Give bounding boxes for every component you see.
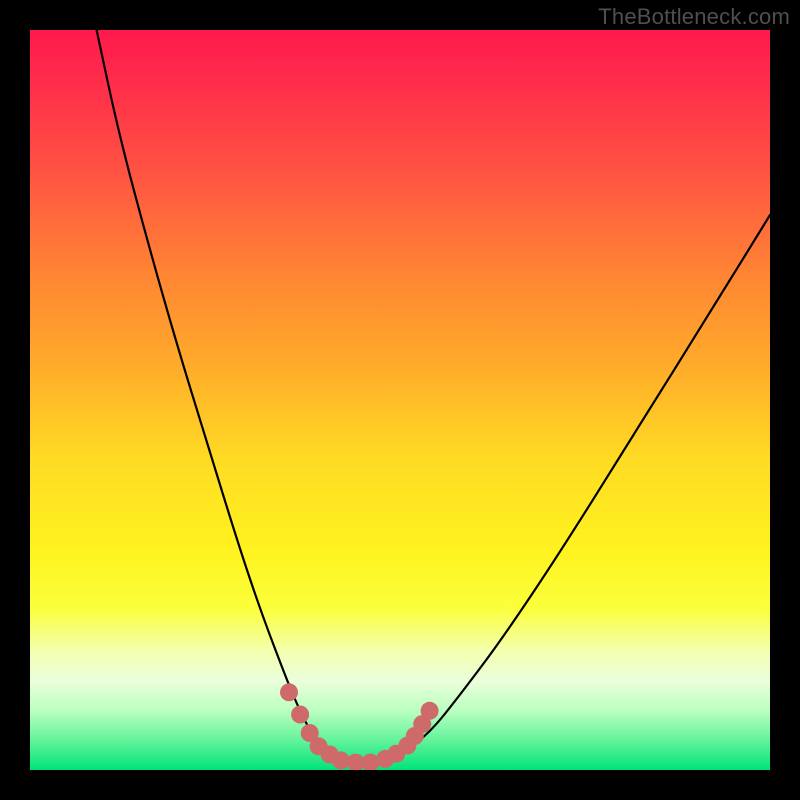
highlight-dot	[421, 702, 439, 720]
watermark-text: TheBottleneck.com	[598, 4, 790, 30]
chart-frame: TheBottleneck.com	[0, 0, 800, 800]
highlight-dot	[280, 683, 298, 701]
curve-layer	[30, 30, 770, 770]
highlight-dot	[291, 706, 309, 724]
plot-area	[30, 30, 770, 770]
highlight-dots	[280, 683, 439, 770]
bottleneck-curve	[97, 30, 770, 763]
